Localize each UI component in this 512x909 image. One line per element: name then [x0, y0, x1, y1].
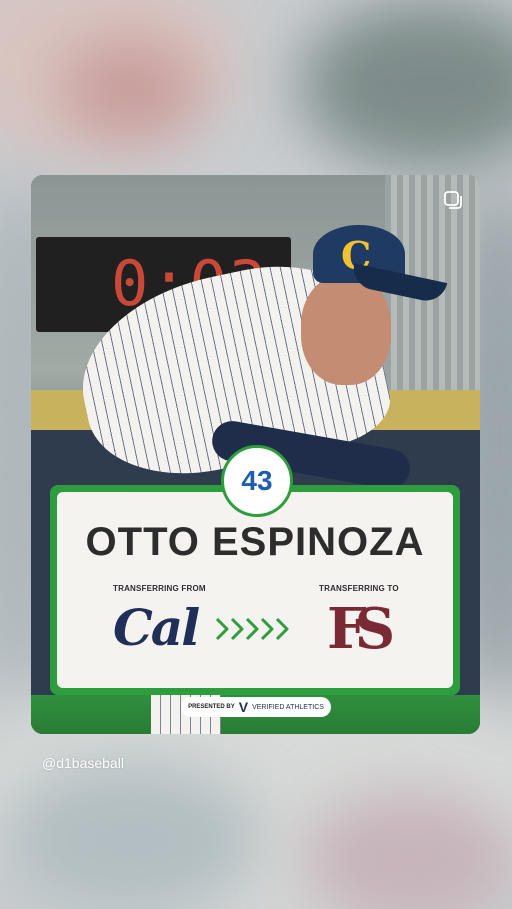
author-handle[interactable]: @d1baseball: [42, 755, 124, 771]
presented-by-text: PRESENTED BY: [188, 704, 235, 710]
sponsor-name: VERIFIED ATHLETICS: [252, 703, 324, 711]
player-number: 43: [241, 465, 273, 496]
player-name: OTTO ESPINOZA: [85, 520, 425, 564]
transferring-from-label: TRANSFERRING FROM: [113, 584, 206, 593]
multiple-posts-icon: [444, 191, 462, 209]
post-image[interactable]: 0:03 C 43 OTTO ESPINOZA TRANSFERRING FRO…: [31, 175, 480, 734]
presented-by-badge: PRESENTED BY V VERIFIED ATHLETICS: [181, 697, 331, 717]
verified-athletics-logo-icon: V: [238, 699, 249, 715]
player-number-badge: 43: [221, 445, 293, 517]
chevron-arrows-icon: [215, 617, 289, 641]
transfer-info-card: OTTO ESPINOZA TRANSFERRING FROM TRANSFER…: [57, 492, 453, 688]
player-head: [301, 275, 391, 385]
transferring-to-label: TRANSFERRING TO: [319, 584, 399, 593]
cal-logo: Cal: [113, 598, 200, 657]
fsu-logo: FS: [327, 596, 395, 662]
